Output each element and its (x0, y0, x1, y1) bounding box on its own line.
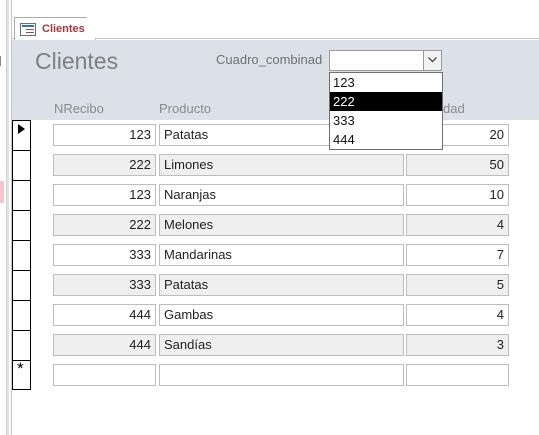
nrecibo-field[interactable]: 123 (53, 184, 156, 206)
record-selector[interactable]: * (12, 360, 31, 390)
table-row[interactable]: 123 Naranjas 10 (12, 180, 539, 210)
pane-edge-highlight (0, 181, 4, 203)
nrecibo-field[interactable]: 222 (53, 214, 156, 236)
nrecibo-field[interactable] (53, 364, 156, 386)
nrecibo-field[interactable]: 123 (53, 124, 156, 146)
dropdown-option[interactable]: 444 (330, 130, 442, 149)
cantidad-field[interactable] (406, 364, 509, 386)
cantidad-field[interactable]: 5 (406, 274, 509, 296)
table-row[interactable]: 444 Sandías 3 (12, 330, 539, 360)
dropdown-option[interactable]: 333 (330, 111, 442, 130)
combo-box-label: Cuadro_combinad (216, 52, 323, 67)
form-header: Clientes Cuadro_combinad NRecibo Product… (12, 40, 539, 120)
producto-field[interactable]: Gambas (159, 304, 404, 326)
table-row[interactable]: 444 Gambas 4 (12, 300, 539, 330)
table-row[interactable]: 333 Patatas 5 (12, 270, 539, 300)
combo-dropdown-button[interactable] (423, 51, 441, 70)
producto-field[interactable]: Naranjas (159, 184, 404, 206)
pane-edge-marker (0, 56, 4, 66)
form-detail: 123 Patatas 20 222 Limones 50 123 Naranj… (12, 120, 539, 435)
producto-field[interactable]: Patatas (159, 274, 404, 296)
record-selector[interactable] (12, 180, 31, 210)
column-header-cantidad: dad (443, 101, 465, 116)
record-selector[interactable] (12, 210, 31, 240)
record-selector[interactable] (12, 330, 31, 360)
table-row[interactable]: 222 Melones 4 (12, 210, 539, 240)
dropdown-option-selected[interactable]: 222 (330, 92, 442, 111)
tab-label: Clientes (42, 23, 85, 35)
access-form-window: Clientes Clientes Cuadro_combinad NRecib… (0, 0, 539, 435)
new-record-row[interactable]: * (12, 360, 539, 390)
nrecibo-field[interactable]: 333 (53, 244, 156, 266)
record-selector[interactable] (12, 300, 31, 330)
new-record-icon: * (17, 359, 24, 378)
combo-dropdown-list: 123 222 333 444 (329, 72, 443, 150)
navigation-pane-splitter[interactable] (6, 0, 9, 435)
form-icon (20, 22, 36, 36)
table-row[interactable]: 333 Mandarinas 7 (12, 240, 539, 270)
document-tab-strip: Clientes (12, 0, 539, 40)
record-selector[interactable] (12, 270, 31, 300)
producto-field[interactable]: Sandías (159, 334, 404, 356)
cantidad-field[interactable]: 4 (406, 214, 509, 236)
column-header-producto: Producto (159, 101, 212, 116)
producto-field[interactable]: Limones (159, 154, 404, 176)
producto-field[interactable]: Melones (159, 214, 404, 236)
record-selector[interactable] (12, 120, 31, 150)
form-title: Clientes (35, 48, 119, 74)
nrecibo-field[interactable]: 444 (53, 334, 156, 356)
table-row[interactable]: 222 Limones 50 (12, 150, 539, 180)
record-selector[interactable] (12, 240, 31, 270)
column-header-nrecibo: NRecibo (54, 101, 104, 116)
nrecibo-field[interactable]: 222 (53, 154, 156, 176)
dropdown-option[interactable]: 123 (330, 73, 442, 92)
current-record-arrow-icon (18, 124, 25, 134)
record-selector[interactable] (12, 150, 31, 180)
cantidad-field[interactable]: 50 (406, 154, 509, 176)
cantidad-field[interactable]: 3 (406, 334, 509, 356)
nrecibo-field[interactable]: 333 (53, 274, 156, 296)
nrecibo-field[interactable]: 444 (53, 304, 156, 326)
cantidad-field[interactable]: 7 (406, 244, 509, 266)
table-row[interactable]: 123 Patatas 20 (12, 120, 539, 150)
combo-box[interactable] (329, 50, 442, 71)
tab-clientes[interactable]: Clientes (14, 17, 96, 40)
producto-field[interactable] (159, 364, 404, 386)
cantidad-field[interactable]: 4 (406, 304, 509, 326)
chevron-down-icon (428, 57, 437, 63)
producto-field[interactable]: Mandarinas (159, 244, 404, 266)
navigation-pane-edge[interactable] (0, 0, 12, 435)
cantidad-field[interactable]: 10 (406, 184, 509, 206)
